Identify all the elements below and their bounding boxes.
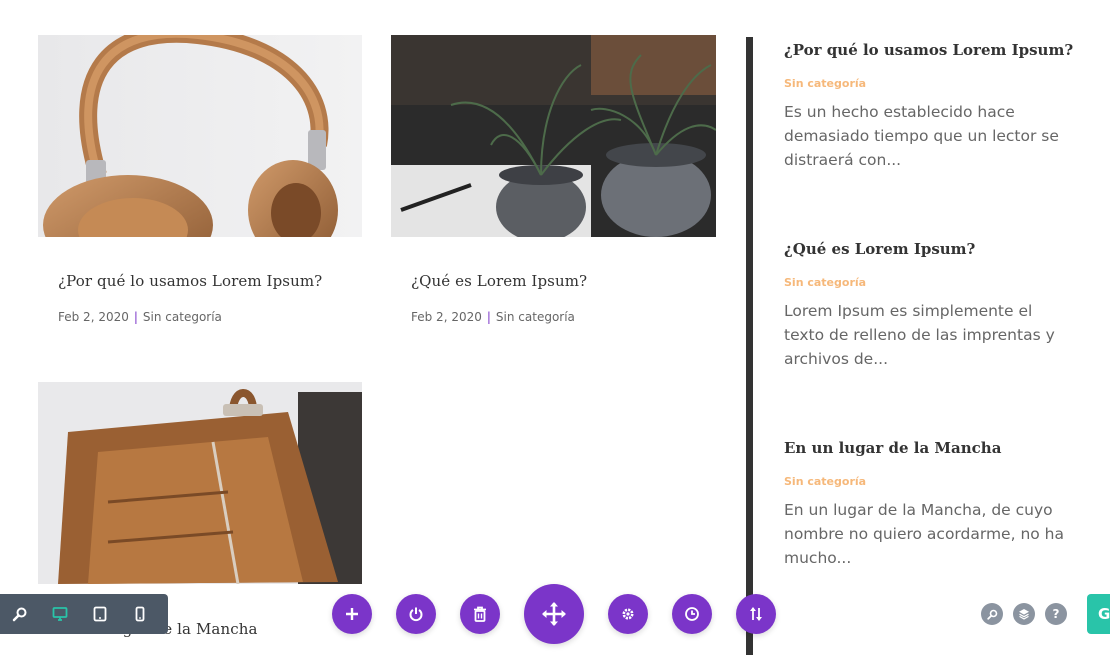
sidebar-post: En un lugar de la Mancha Sin categoría E… xyxy=(784,439,1084,570)
zoom-view-button[interactable] xyxy=(0,594,40,634)
view-mode-bar xyxy=(0,594,168,634)
layers-icon xyxy=(1019,609,1029,620)
post-image-plants[interactable] xyxy=(391,35,716,237)
post-meta: Feb 2, 2020 | Sin categoría xyxy=(411,310,575,324)
sidebar-post-excerpt: Es un hecho establecido hace demasiado t… xyxy=(784,103,1059,169)
save-button[interactable]: G xyxy=(1087,594,1110,634)
post-category-link[interactable]: Sin categoría xyxy=(496,310,575,324)
layers-tool-button[interactable] xyxy=(1013,603,1035,625)
settings-icon xyxy=(622,608,634,620)
history-icon xyxy=(685,607,699,621)
sidebar-post: ¿Qué es Lorem Ipsum? Sin categoría Lorem… xyxy=(784,240,1084,371)
sidebar-post-excerpt: Lorem Ipsum es simplemente el texto de r… xyxy=(784,302,1055,368)
post-meta: Feb 2, 2020 | Sin categoría xyxy=(58,310,222,324)
power-icon xyxy=(409,607,423,622)
post-image-headphones[interactable] xyxy=(38,35,362,237)
settings-button[interactable] xyxy=(608,594,648,634)
plants-image xyxy=(391,35,716,237)
sidebar-post-title[interactable]: ¿Por qué lo usamos Lorem Ipsum? xyxy=(784,41,1084,59)
meta-separator: | xyxy=(486,310,491,324)
sidebar-post-category[interactable]: Sin categoría xyxy=(784,77,1084,90)
post-title[interactable]: ¿Qué es Lorem Ipsum? xyxy=(411,272,587,290)
add-icon xyxy=(346,608,358,620)
sidebar-post-category[interactable]: Sin categoría xyxy=(784,276,1084,289)
post-image-bag[interactable] xyxy=(38,382,362,584)
help-icon: ? xyxy=(1052,607,1060,621)
search-icon xyxy=(986,609,997,620)
desktop-view-button[interactable] xyxy=(40,594,80,634)
phone-view-button[interactable] xyxy=(120,594,160,634)
history-button[interactable] xyxy=(672,594,712,634)
move-icon xyxy=(542,602,566,626)
sidebar-post-title[interactable]: En un lugar de la Mancha xyxy=(784,439,1084,457)
post-date: Feb 2, 2020 xyxy=(58,310,129,324)
desktop-icon xyxy=(52,607,68,621)
sidebar-post-category[interactable]: Sin categoría xyxy=(784,475,1084,488)
phone-icon xyxy=(135,606,145,622)
sort-icon xyxy=(750,607,762,621)
disable-button[interactable] xyxy=(396,594,436,634)
sidebar-divider xyxy=(746,37,753,655)
portability-button[interactable] xyxy=(736,594,776,634)
bag-image xyxy=(38,382,362,584)
trash-icon xyxy=(474,606,486,622)
headphones-image xyxy=(38,35,362,237)
help-button[interactable]: ? xyxy=(1045,603,1067,625)
sidebar-post-excerpt: En un lugar de la Mancha, de cuyo nombre… xyxy=(784,501,1065,567)
tablet-icon xyxy=(93,606,107,622)
sidebar-post-title[interactable]: ¿Qué es Lorem Ipsum? xyxy=(784,240,1084,258)
post-title[interactable]: ¿Por qué lo usamos Lorem Ipsum? xyxy=(58,272,322,290)
post-category-link[interactable]: Sin categoría xyxy=(143,310,222,324)
search-tool-button[interactable] xyxy=(981,603,1003,625)
sidebar-post: ¿Por qué lo usamos Lorem Ipsum? Sin cate… xyxy=(784,41,1084,172)
tablet-view-button[interactable] xyxy=(80,594,120,634)
meta-separator: | xyxy=(133,310,138,324)
move-button[interactable] xyxy=(524,584,584,644)
post-date: Feb 2, 2020 xyxy=(411,310,482,324)
zoom-icon xyxy=(12,607,27,622)
delete-button[interactable] xyxy=(460,594,500,634)
add-module-button[interactable] xyxy=(332,594,372,634)
